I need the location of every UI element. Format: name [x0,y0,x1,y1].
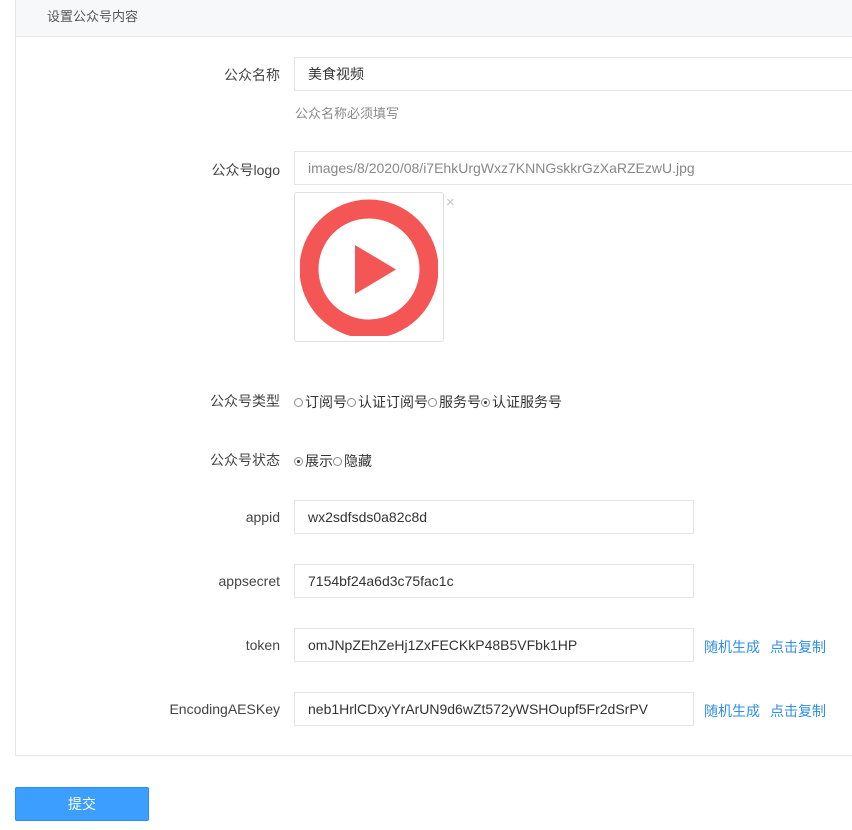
name-input[interactable]: 美食视频 [294,57,852,91]
token-label: token [245,637,280,653]
aeskey-input[interactable]: neb1HrlCDxyYrArUN9d6wZt572yWSHOupf5Fr2dS… [294,692,694,726]
type-radio-verified-service[interactable]: 认证服务号 [481,392,562,412]
radio-checked-icon[interactable] [481,397,490,407]
appid-input[interactable]: wx2sdfsds0a82c8d [294,500,694,534]
status-radio-group: 展示 隐藏 [294,451,372,471]
token-input[interactable]: omJNpZEhZeHj1ZxFECKkP48B5VFbk1HP [294,628,694,662]
radio-icon[interactable] [333,456,342,466]
type-radio-subscription[interactable]: 订阅号 [294,392,347,412]
token-generate-link[interactable]: 随机生成 [704,637,760,657]
radio-icon[interactable] [347,397,356,407]
aeskey-label: EncodingAESKey [169,701,280,717]
appid-label: appid [245,509,280,525]
name-label: 公众名称 [224,67,280,83]
radio-checked-icon[interactable] [294,456,303,466]
aeskey-generate-link[interactable]: 随机生成 [704,701,760,721]
radio-icon[interactable] [294,397,303,407]
appsecret-label: appsecret [218,573,280,589]
type-radio-service[interactable]: 服务号 [428,392,481,412]
type-label: 公众号类型 [210,393,280,409]
token-copy-link[interactable]: 点击复制 [770,637,826,657]
radio-icon[interactable] [428,397,437,407]
logo-thumbnail [294,192,444,342]
play-logo-icon [300,199,438,336]
status-radio-hide[interactable]: 隐藏 [333,451,372,471]
logo-path-input[interactable]: images/8/2020/08/i7EhkUrgWxz7KNNGskkrGzX… [294,151,852,185]
type-radio-verified-subscription[interactable]: 认证订阅号 [347,392,428,412]
appsecret-input[interactable]: 7154bf24a6d3c75fac1c [294,564,694,598]
status-radio-show[interactable]: 展示 [294,451,333,471]
remove-logo-icon[interactable]: × [446,195,455,211]
name-help-text: 公众名称必须填写 [295,106,400,121]
type-radio-group: 订阅号 认证订阅号 服务号 认证服务号 [294,392,562,412]
submit-button[interactable]: 提交 [15,787,149,821]
logo-label: 公众号logo [211,162,280,178]
aeskey-copy-link[interactable]: 点击复制 [770,701,826,721]
status-label: 公众号状态 [210,452,280,468]
panel-title: 设置公众号内容 [16,0,852,37]
